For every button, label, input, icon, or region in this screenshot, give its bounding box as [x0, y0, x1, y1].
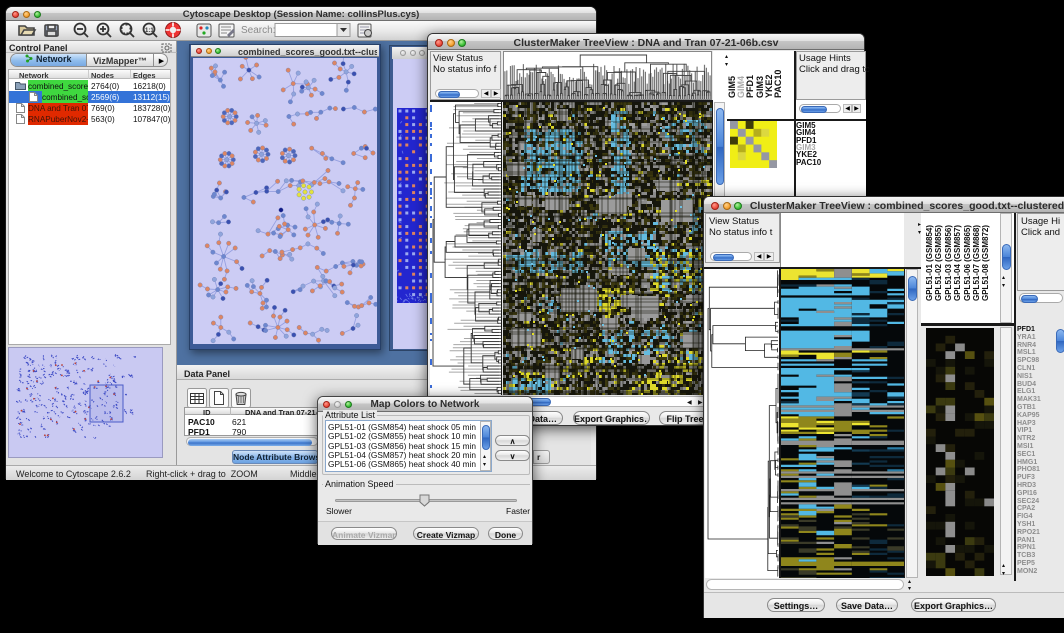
svg-text:Search:: Search:: [241, 25, 275, 36]
svg-text:1:1: 1:1: [145, 28, 154, 34]
